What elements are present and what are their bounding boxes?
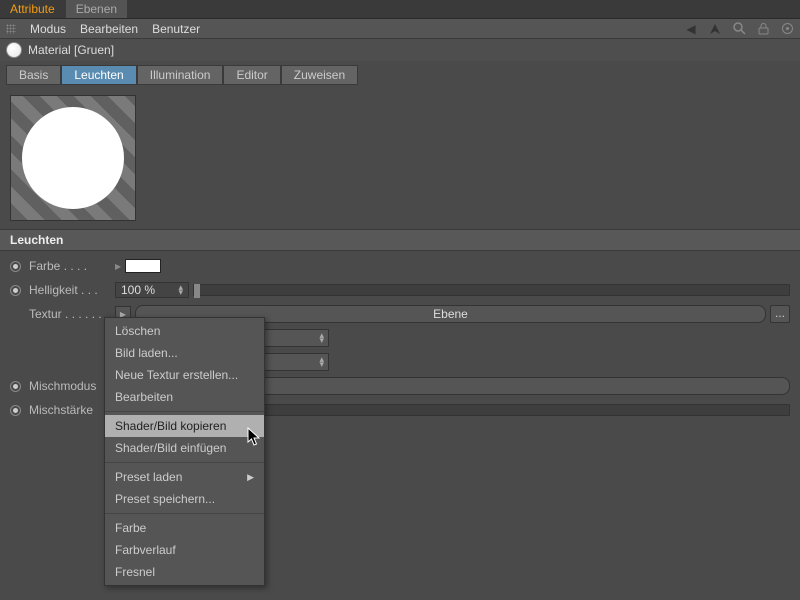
search-icon[interactable]: [732, 22, 746, 36]
ctx-preset-laden-label: Preset laden: [115, 470, 182, 484]
color-swatch[interactable]: [125, 259, 161, 273]
context-menu: Löschen Bild laden... Neue Textur erstel…: [104, 317, 265, 586]
tab-leuchten[interactable]: Leuchten: [61, 65, 136, 85]
ctx-neue-textur[interactable]: Neue Textur erstellen...: [105, 364, 264, 386]
label-helligkeit: Helligkeit . . .: [29, 283, 111, 297]
menu-modus[interactable]: Modus: [30, 22, 66, 36]
material-name: Material [Gruen]: [28, 43, 114, 57]
radio-helligkeit[interactable]: [10, 285, 21, 296]
material-preview[interactable]: [10, 95, 136, 221]
spinner-icon[interactable]: ▴▾: [178, 285, 183, 295]
lock-icon[interactable]: [756, 22, 770, 36]
tab-basis[interactable]: Basis: [6, 65, 61, 85]
menu-bearbeiten[interactable]: Bearbeiten: [80, 22, 138, 36]
ctx-bearbeiten[interactable]: Bearbeiten: [105, 386, 264, 408]
tab-zuweisen[interactable]: Zuweisen: [281, 65, 358, 85]
tab-illumination[interactable]: Illumination: [137, 65, 224, 85]
radio-farbe[interactable]: [10, 261, 21, 272]
settings-icon[interactable]: [780, 22, 794, 36]
ctx-bild-laden[interactable]: Bild laden...: [105, 342, 264, 364]
separator: [105, 513, 264, 514]
panel-tabs: Attribute Ebenen: [0, 0, 800, 19]
helligkeit-input[interactable]: 100 % ▴▾: [115, 282, 189, 298]
submenu-arrow-icon: ▶: [247, 472, 254, 483]
ctx-preset-speichern[interactable]: Preset speichern...: [105, 488, 264, 510]
helligkeit-value: 100 %: [121, 283, 155, 297]
material-swatch-icon: [6, 42, 22, 58]
tab-attribute[interactable]: Attribute: [0, 0, 65, 18]
ctx-shader-einfuegen[interactable]: Shader/Bild einfügen: [105, 437, 264, 459]
ctx-fresnel[interactable]: Fresnel: [105, 561, 264, 583]
helligkeit-slider[interactable]: [193, 284, 790, 296]
expand-farbe-icon[interactable]: ▶: [115, 262, 121, 271]
separator: [105, 411, 264, 412]
ctx-shader-kopieren[interactable]: Shader/Bild kopieren: [105, 415, 264, 437]
textur-browse-button[interactable]: ...: [770, 305, 790, 323]
radio-mischstaerke[interactable]: [10, 405, 21, 416]
grip-icon: [6, 24, 16, 34]
label-farbe: Farbe . . . .: [29, 259, 111, 273]
menubar: Modus Bearbeiten Benutzer ◀: [0, 19, 800, 39]
ctx-farbe[interactable]: Farbe: [105, 517, 264, 539]
preview-area: [0, 87, 800, 229]
ctx-loeschen[interactable]: Löschen: [105, 320, 264, 342]
ctx-farbverlauf[interactable]: Farbverlauf: [105, 539, 264, 561]
ctx-preset-laden[interactable]: Preset laden ▶: [105, 466, 264, 488]
channel-tabs: Basis Leuchten Illumination Editor Zuwei…: [0, 61, 800, 87]
preview-sphere-icon: [22, 107, 124, 209]
menu-benutzer[interactable]: Benutzer: [152, 22, 200, 36]
separator: [105, 462, 264, 463]
section-header: Leuchten: [0, 229, 800, 251]
tab-editor[interactable]: Editor: [223, 65, 280, 85]
nav-back-icon[interactable]: ◀: [684, 22, 698, 36]
label-textur: Textur . . . . . .: [29, 307, 111, 321]
label-mischmodus: Mischmodus: [29, 379, 111, 393]
material-header: Material [Gruen]: [0, 39, 800, 61]
tab-ebenen[interactable]: Ebenen: [66, 0, 127, 18]
nav-up-icon[interactable]: [708, 22, 722, 36]
label-mischstaerke: Mischstärke: [29, 403, 111, 417]
radio-mischmodus[interactable]: [10, 381, 21, 392]
